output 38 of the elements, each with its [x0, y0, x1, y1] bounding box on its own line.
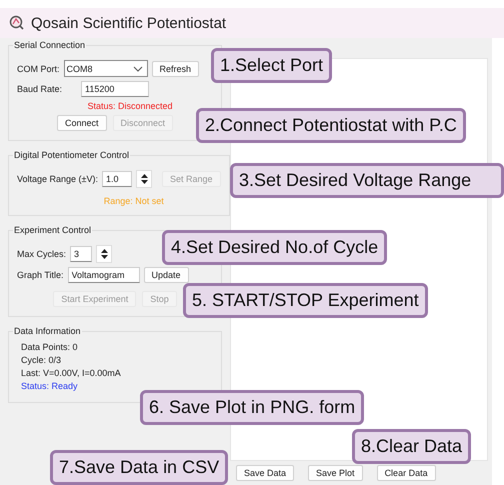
- plot-action-button[interactable]: Save Data: [236, 465, 294, 481]
- info-text: Last: V=0.00V, I=0.00mA: [21, 368, 121, 379]
- info-text: Data Points: 0: [21, 342, 78, 353]
- callout-label: 8.Clear Data: [352, 429, 472, 464]
- field-label: Voltage Range (±V):: [17, 174, 98, 184]
- status-text: Status: Disconnected: [86, 101, 174, 111]
- callout-label: 2.Connect Potentiostat with P.C: [196, 108, 466, 143]
- status-text: Range: Not set: [102, 196, 165, 206]
- callout-label: 6. Save Plot in PNG. form: [140, 390, 364, 425]
- group-title: Serial Connection: [13, 40, 86, 50]
- plot-action-button[interactable]: Save Plot: [308, 465, 363, 481]
- group-title: Data Information: [13, 326, 82, 336]
- spin-buttons[interactable]: [96, 245, 112, 263]
- max-cycles-field[interactable]: 3: [70, 246, 92, 262]
- field-label: Baud Rate:: [17, 84, 64, 94]
- graph-title-field[interactable]: Voltamogram: [68, 267, 140, 283]
- callout-label: 1.Select Port: [211, 48, 332, 83]
- field-label: COM Port:: [17, 64, 60, 74]
- field-label: Max Cycles:: [17, 249, 66, 259]
- callout-label: 3.Set Desired Voltage Range: [230, 163, 504, 198]
- field-label: Graph Title:: [17, 270, 64, 280]
- refresh-button[interactable]: Refresh: [152, 60, 200, 76]
- plot-action-button[interactable]: Clear Data: [376, 465, 436, 481]
- callout-label: 7.Save Data in CSV: [50, 450, 228, 485]
- info-text: Status: Ready: [21, 381, 78, 392]
- info-text: Cycle: 0/3: [21, 355, 62, 366]
- connect-button[interactable]: Connect: [56, 115, 106, 131]
- baud-rate-field[interactable]: 115200: [81, 81, 149, 97]
- voltage-field[interactable]: 1.0: [102, 171, 132, 187]
- caret-icon: [132, 66, 143, 72]
- update-button[interactable]: Update: [144, 267, 189, 283]
- callout-label: 4.Set Desired No.of Cycle: [162, 230, 388, 265]
- group-title: Digital Potentiometer Control: [13, 150, 130, 160]
- group-title: Experiment Control: [13, 225, 92, 235]
- window-title: Qosain Scientific Potentiostat: [31, 14, 226, 32]
- com-port-dropdown[interactable]: COM8: [64, 60, 148, 77]
- spin-buttons[interactable]: [136, 170, 152, 188]
- callout-label: 5. START/STOP Experiment: [183, 283, 428, 318]
